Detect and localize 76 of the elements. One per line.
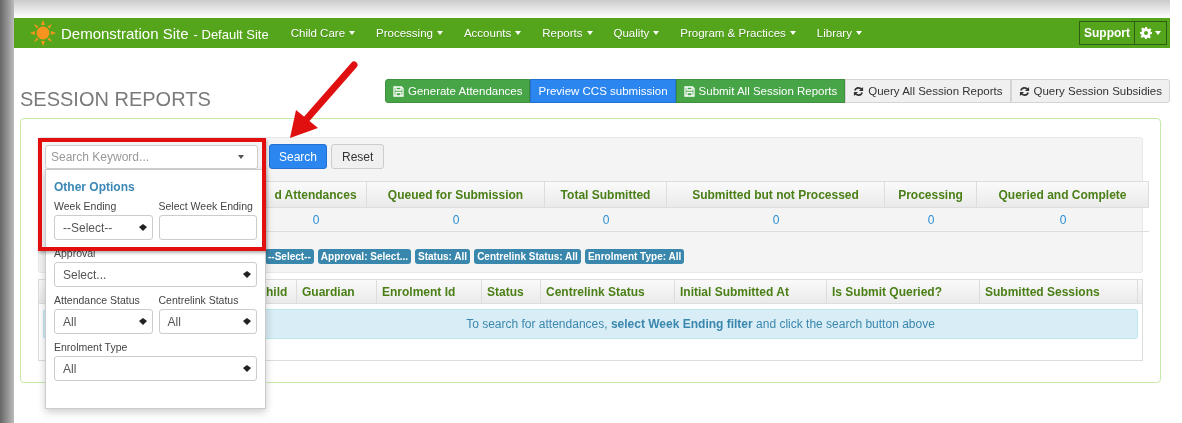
save-icon bbox=[393, 85, 404, 97]
dropdown-arrow-icon bbox=[243, 318, 251, 325]
action-button[interactable]: Preview CCS submission bbox=[530, 79, 676, 103]
save-icon bbox=[683, 85, 695, 97]
column-header: Enrolment Id bbox=[377, 280, 482, 304]
refresh-icon bbox=[1018, 85, 1030, 97]
column-header: Status bbox=[482, 280, 541, 304]
menu-item[interactable]: Child Care bbox=[290, 27, 356, 39]
column-header: Queued for Submission bbox=[367, 181, 545, 208]
caret-icon bbox=[789, 31, 796, 35]
column-header: Total Submitted bbox=[545, 181, 667, 208]
select-field[interactable]: --Select-- bbox=[54, 215, 153, 240]
count-link[interactable]: 0 bbox=[265, 208, 367, 232]
select-field[interactable]: All bbox=[54, 356, 257, 381]
column-header: Is Submit Queried? bbox=[827, 280, 980, 304]
gear-icon bbox=[1140, 27, 1152, 39]
field-label: Select Week Ending bbox=[158, 200, 254, 212]
caret-icon bbox=[515, 31, 522, 35]
field-label: Centrelink Status bbox=[158, 294, 240, 306]
filter-tag: --Select-- bbox=[265, 249, 314, 264]
section-heading: Other Options bbox=[54, 180, 136, 194]
action-button[interactable]: Generate Attendances bbox=[385, 79, 531, 103]
column-header: d Attendances bbox=[265, 181, 367, 208]
menu-item[interactable]: Library bbox=[816, 27, 862, 39]
dropdown-arrow-icon bbox=[138, 224, 147, 231]
search-button[interactable]: Search bbox=[269, 144, 328, 169]
caret-icon bbox=[855, 31, 862, 35]
filter-tag: Status: All bbox=[415, 249, 471, 264]
reset-button[interactable]: Reset bbox=[331, 144, 385, 169]
count-link[interactable]: 0 bbox=[885, 208, 977, 232]
caret-icon bbox=[238, 155, 244, 159]
field-label: Attendance Status bbox=[54, 294, 141, 306]
support-button[interactable]: Support bbox=[1079, 21, 1135, 45]
action-button[interactable]: Query All Session Reports bbox=[845, 79, 1011, 103]
menu-item[interactable]: Reports bbox=[542, 27, 593, 39]
select-field[interactable]: Select... bbox=[54, 262, 257, 287]
settings-button[interactable] bbox=[1135, 21, 1167, 45]
column-header: Queried and Complete bbox=[977, 181, 1149, 208]
menu-item[interactable]: Program & Practices bbox=[680, 27, 796, 39]
menu-item[interactable]: Accounts bbox=[463, 27, 522, 39]
count-link[interactable]: 0 bbox=[367, 208, 545, 232]
column-header: Centrelink Status bbox=[541, 280, 675, 304]
column-header: Submitted Sessions bbox=[980, 280, 1138, 304]
count-link[interactable]: 0 bbox=[977, 208, 1149, 232]
caret-icon bbox=[436, 31, 443, 35]
dropdown-arrow-icon bbox=[243, 365, 251, 372]
dropdown-arrow-icon bbox=[243, 271, 251, 278]
menu-item[interactable]: Processing bbox=[376, 27, 443, 39]
menu-item[interactable]: Quality bbox=[613, 27, 660, 39]
field-label: Week Ending bbox=[54, 200, 118, 212]
column-header: Processing bbox=[885, 181, 977, 208]
filter-tag: Enrolment Type: All bbox=[584, 249, 685, 264]
field-label: Enrolment Type bbox=[54, 341, 129, 353]
caret-icon bbox=[1155, 31, 1161, 35]
count-link[interactable]: 0 bbox=[667, 208, 885, 232]
caret-icon bbox=[653, 31, 660, 35]
column-header: Initial Submitted At bbox=[675, 280, 827, 304]
refresh-icon bbox=[853, 85, 865, 97]
caret-icon bbox=[586, 31, 593, 35]
filter-tag: Approval: Select... bbox=[317, 249, 412, 264]
input-field[interactable] bbox=[158, 215, 257, 240]
filter-tag: Centrelink Status: All bbox=[474, 249, 581, 264]
search-field[interactable]: Search Keyword... bbox=[45, 145, 258, 169]
site-name: Demonstration Site bbox=[61, 24, 189, 42]
page-title: SESSION REPORTS bbox=[20, 88, 211, 111]
column-header: Submitted but not Processed bbox=[667, 181, 885, 208]
count-link[interactable]: 0 bbox=[545, 208, 667, 232]
action-button[interactable]: Submit All Session Reports bbox=[675, 79, 846, 103]
sun-logo-icon bbox=[30, 20, 56, 46]
action-button[interactable]: Query Session Subsidies bbox=[1010, 79, 1170, 103]
caret-icon bbox=[349, 31, 356, 35]
site-subtitle: - Default Site bbox=[193, 26, 269, 42]
dropdown-arrow-icon bbox=[138, 318, 147, 325]
select-field[interactable]: All bbox=[158, 309, 257, 334]
select-field[interactable]: All bbox=[54, 309, 153, 334]
column-header: Guardian bbox=[297, 280, 377, 304]
